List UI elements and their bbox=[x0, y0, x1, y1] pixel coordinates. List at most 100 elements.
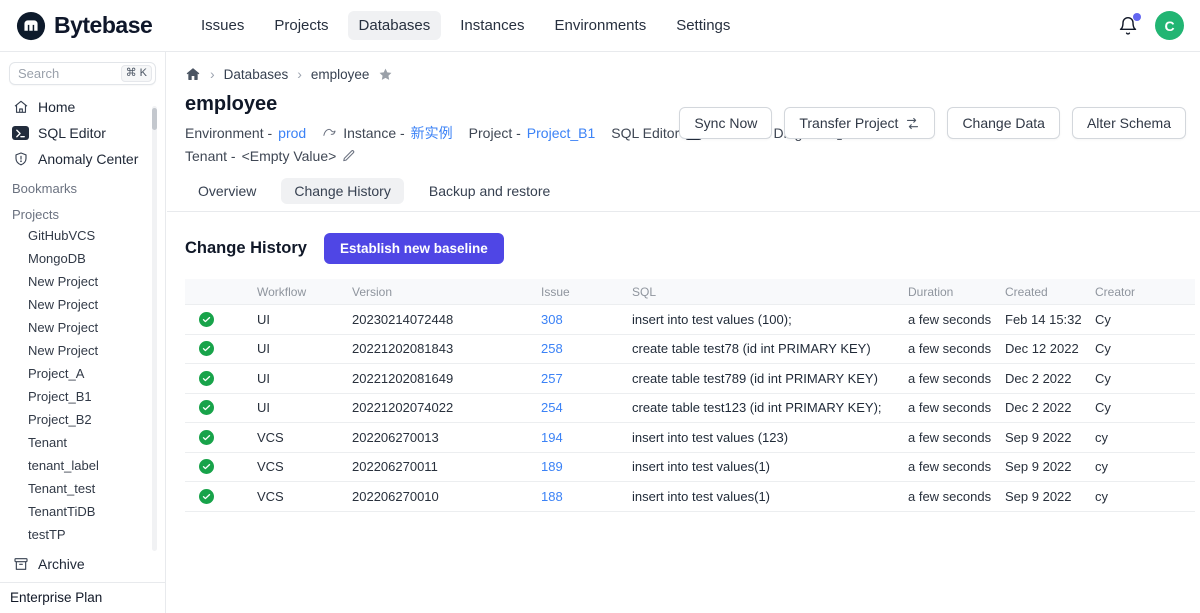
projects-section-label: Projects bbox=[0, 198, 165, 224]
sidebar-project-item[interactable]: New Project bbox=[0, 316, 165, 339]
bookmarks-section-label: Bookmarks bbox=[0, 172, 165, 198]
table-row[interactable]: VCS 202206270011 189 insert into test va… bbox=[185, 453, 1195, 483]
sidebar-project-item[interactable]: testTP bbox=[0, 523, 165, 546]
cell-duration: a few seconds bbox=[908, 305, 1005, 334]
sync-now-button[interactable]: Sync Now bbox=[679, 107, 772, 139]
issue-link[interactable]: 257 bbox=[541, 371, 563, 386]
sidebar-project-item[interactable]: Project_A bbox=[0, 362, 165, 385]
success-status-icon bbox=[199, 400, 214, 415]
transfer-project-button[interactable]: Transfer Project bbox=[784, 107, 935, 139]
nav-item-instances[interactable]: Instances bbox=[449, 11, 535, 40]
cell-creator: Cy bbox=[1095, 364, 1195, 393]
sidebar-project-item[interactable]: TenantTiDB bbox=[0, 500, 165, 523]
cell-creator: cy bbox=[1095, 453, 1195, 482]
establish-baseline-button[interactable]: Establish new baseline bbox=[324, 233, 504, 264]
instance-link[interactable]: 新实例 bbox=[411, 123, 453, 143]
cell-workflow: UI bbox=[257, 335, 352, 364]
success-status-icon bbox=[199, 371, 214, 386]
sidebar-project-item[interactable]: New Project bbox=[0, 339, 165, 362]
cell-workflow: UI bbox=[257, 305, 352, 334]
sidebar-project-item[interactable]: Project_B2 bbox=[0, 408, 165, 431]
column-header-issue: Issue bbox=[541, 279, 632, 304]
success-status-icon bbox=[199, 341, 214, 356]
issue-link[interactable]: 254 bbox=[541, 400, 563, 415]
change-data-button[interactable]: Change Data bbox=[947, 107, 1060, 139]
tab-change-history[interactable]: Change History bbox=[281, 178, 404, 204]
cell-workflow: VCS bbox=[257, 423, 352, 452]
shield-icon bbox=[12, 151, 29, 167]
success-status-icon bbox=[199, 312, 214, 327]
project-link[interactable]: Project_B1 bbox=[527, 125, 595, 141]
sidebar-project-item[interactable]: New Project bbox=[0, 270, 165, 293]
tab-overview[interactable]: Overview bbox=[185, 178, 269, 204]
success-status-icon bbox=[199, 459, 214, 474]
nav-item-databases[interactable]: Databases bbox=[348, 11, 442, 40]
user-avatar[interactable]: C bbox=[1155, 11, 1184, 40]
table-row[interactable]: VCS 202206270010 188 insert into test va… bbox=[185, 482, 1195, 512]
brand-name: Bytebase bbox=[54, 12, 152, 39]
environment-label: Environment - bbox=[185, 125, 272, 141]
sidebar-scrollbar-thumb[interactable] bbox=[152, 108, 157, 130]
cell-creator: Cy bbox=[1095, 394, 1195, 423]
table-row[interactable]: UI 20221202074022 254 create table test1… bbox=[185, 394, 1195, 424]
sidebar-item-label: Anomaly Center bbox=[38, 151, 138, 167]
favorite-star-icon[interactable] bbox=[378, 67, 393, 82]
alter-schema-button[interactable]: Alter Schema bbox=[1072, 107, 1186, 139]
cell-creator: cy bbox=[1095, 423, 1195, 452]
issue-link[interactable]: 308 bbox=[541, 312, 563, 327]
success-status-icon bbox=[199, 489, 214, 504]
sidebar-project-item[interactable]: Tenant bbox=[0, 431, 165, 454]
breadcrumb-home-icon[interactable] bbox=[185, 66, 201, 82]
sidebar-project-item[interactable]: Project_B1 bbox=[0, 385, 165, 408]
issue-link[interactable]: 188 bbox=[541, 489, 563, 504]
edit-pencil-icon[interactable] bbox=[342, 149, 356, 163]
tab-backup-and-restore[interactable]: Backup and restore bbox=[416, 178, 563, 204]
search-shortcut-badge: ⌘ K bbox=[121, 65, 152, 82]
breadcrumb-employee[interactable]: employee bbox=[311, 67, 370, 82]
sidebar-item-archive[interactable]: Archive bbox=[0, 551, 165, 577]
cell-sql: insert into test values (123) bbox=[632, 423, 908, 452]
cell-duration: a few seconds bbox=[908, 453, 1005, 482]
nav-item-issues[interactable]: Issues bbox=[190, 11, 255, 40]
table-row[interactable]: UI 20230214072448 308 insert into test v… bbox=[185, 305, 1195, 335]
cell-creator: Cy bbox=[1095, 335, 1195, 364]
tab-bar: Overview Change History Backup and resto… bbox=[167, 178, 1200, 212]
nav-item-settings[interactable]: Settings bbox=[665, 11, 741, 40]
environment-link[interactable]: prod bbox=[278, 125, 306, 141]
sidebar-project-item[interactable]: MongoDB bbox=[0, 247, 165, 270]
plan-label[interactable]: Enterprise Plan bbox=[0, 583, 165, 613]
brand-logo[interactable]: Bytebase bbox=[16, 11, 176, 41]
column-header-duration: Duration bbox=[908, 279, 1005, 304]
notifications-button[interactable] bbox=[1117, 15, 1139, 37]
instance-label: Instance - bbox=[343, 125, 404, 141]
sidebar-project-item[interactable]: Tenant_test bbox=[0, 477, 165, 500]
sidebar-project-item[interactable]: tenant_label bbox=[0, 454, 165, 477]
sidebar: ⌘ K Home SQL Editor Anomaly Center Bookm… bbox=[0, 52, 166, 613]
sidebar-scrollbar-track[interactable] bbox=[152, 106, 157, 551]
sidebar-project-item[interactable]: GitHubVCS bbox=[0, 224, 165, 247]
success-status-icon bbox=[199, 430, 214, 445]
nav-item-projects[interactable]: Projects bbox=[263, 11, 339, 40]
cell-version: 20221202081649 bbox=[352, 364, 541, 393]
issue-link[interactable]: 189 bbox=[541, 459, 563, 474]
cell-duration: a few seconds bbox=[908, 482, 1005, 511]
sidebar-item-sql-editor[interactable]: SQL Editor bbox=[0, 120, 165, 146]
issue-link[interactable]: 258 bbox=[541, 341, 563, 356]
sidebar-project-item[interactable]: New Project bbox=[0, 293, 165, 316]
cell-sql: insert into test values (100); bbox=[632, 305, 908, 334]
cell-sql: create table test123 (id int PRIMARY KEY… bbox=[632, 394, 908, 423]
table-row[interactable]: VCS 202206270013 194 insert into test va… bbox=[185, 423, 1195, 453]
sql-editor-label: SQL Editor bbox=[611, 125, 679, 141]
table-row[interactable]: UI 20221202081843 258 create table test7… bbox=[185, 335, 1195, 365]
table-row[interactable]: UI 20221202081649 257 create table test7… bbox=[185, 364, 1195, 394]
database-meta-row-2: Tenant - <Empty Value> bbox=[167, 148, 1200, 164]
tenant-label: Tenant - bbox=[185, 148, 236, 164]
notification-dot bbox=[1133, 13, 1141, 21]
nav-item-environments[interactable]: Environments bbox=[543, 11, 657, 40]
breadcrumb-databases[interactable]: Databases bbox=[224, 67, 289, 82]
sidebar-item-home[interactable]: Home bbox=[0, 94, 165, 120]
sidebar-item-anomaly-center[interactable]: Anomaly Center bbox=[0, 146, 165, 172]
issue-link[interactable]: 194 bbox=[541, 430, 563, 445]
cell-creator: Cy bbox=[1095, 305, 1195, 334]
page-actions: Sync Now Transfer Project Change Data Al… bbox=[679, 107, 1186, 139]
